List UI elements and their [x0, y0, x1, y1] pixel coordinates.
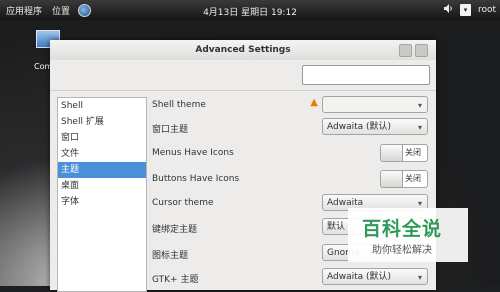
window-titlebar[interactable]: Advanced Settings	[50, 40, 436, 60]
gtk-theme-label: GTK+ 主题	[152, 275, 199, 285]
sidebar-item-shell-extensions[interactable]: Shell 扩展	[58, 114, 146, 130]
maximize-button[interactable]	[399, 44, 412, 57]
warning-icon: ▲	[310, 97, 318, 108]
switch-knob	[381, 171, 403, 187]
switch-state-label: 关闭	[405, 148, 421, 157]
chevron-down-icon: ▾	[417, 273, 422, 282]
cursor-theme-label: Cursor theme	[152, 198, 214, 208]
sidebar-item-fonts[interactable]: 字体	[58, 194, 146, 210]
buttons-have-icons-label: Buttons Have Icons	[152, 174, 240, 184]
watermark-title: 百科全说	[362, 218, 443, 240]
shell-theme-combo[interactable]: ▾	[322, 96, 428, 113]
gtk-theme-value: Adwaita (默认)	[327, 272, 392, 282]
watermark: 百科全说 助你轻松解决	[348, 208, 468, 262]
sidebar-item-shell[interactable]: Shell	[58, 98, 146, 114]
category-list: Shell Shell 扩展 窗口 文件 主题 桌面 字体	[57, 97, 147, 292]
gtk-theme-combo[interactable]: Adwaita (默认) ▾	[322, 268, 428, 285]
system-tray: ▾ root	[443, 3, 496, 17]
chevron-down-icon: ▾	[417, 101, 422, 110]
sidebar-item-files[interactable]: 文件	[58, 146, 146, 162]
clock[interactable]: 4月13日 星期日 19:12	[0, 5, 500, 18]
speaker-icon[interactable]	[443, 3, 453, 17]
keybinding-theme-label: 键绑定主题	[152, 225, 198, 235]
window-title: Advanced Settings	[195, 45, 291, 55]
sidebar-item-windows[interactable]: 窗口	[58, 130, 146, 146]
switch-knob	[381, 145, 403, 161]
shell-theme-label: Shell theme	[152, 100, 206, 110]
window-theme-label: 窗口主题	[152, 125, 189, 135]
watermark-subtitle: 助你轻松解决	[372, 245, 432, 256]
window-theme-value: Adwaita (默认)	[327, 122, 392, 132]
window-theme-combo[interactable]: Adwaita (默认) ▾	[322, 118, 428, 135]
toolbar	[50, 60, 436, 91]
setting-row-buttons-have-icons: Buttons Have Icons 关闭	[152, 168, 430, 192]
keybinding-theme-value: 默认	[327, 222, 346, 232]
user-icon[interactable]: ▾	[459, 4, 471, 16]
top-panel: 应用程序 位置 4月13日 星期日 19:12 ▾ root	[0, 0, 500, 20]
setting-row-window-theme: 窗口主题 Adwaita (默认) ▾	[152, 116, 430, 140]
search-input[interactable]	[302, 65, 430, 85]
switch-state-label: 关闭	[405, 174, 421, 183]
chevron-down-icon: ▾	[417, 123, 422, 132]
icon-theme-label: 图标主题	[152, 251, 189, 261]
close-button[interactable]	[415, 44, 428, 57]
menus-have-icons-label: Menus Have Icons	[152, 148, 234, 158]
user-name[interactable]: root	[478, 5, 496, 15]
setting-row-shell-theme: Shell theme ▲ ▾	[152, 94, 430, 118]
menus-have-icons-switch[interactable]: 关闭	[380, 144, 428, 162]
setting-row-menus-have-icons: Menus Have Icons 关闭	[152, 142, 430, 166]
buttons-have-icons-switch[interactable]: 关闭	[380, 170, 428, 188]
setting-row-gtk-theme: GTK+ 主题 Adwaita (默认) ▾	[152, 266, 430, 290]
cursor-theme-value: Adwaita	[327, 198, 364, 208]
sidebar-item-theme[interactable]: 主题	[58, 162, 146, 178]
sidebar-item-desktop[interactable]: 桌面	[58, 178, 146, 194]
